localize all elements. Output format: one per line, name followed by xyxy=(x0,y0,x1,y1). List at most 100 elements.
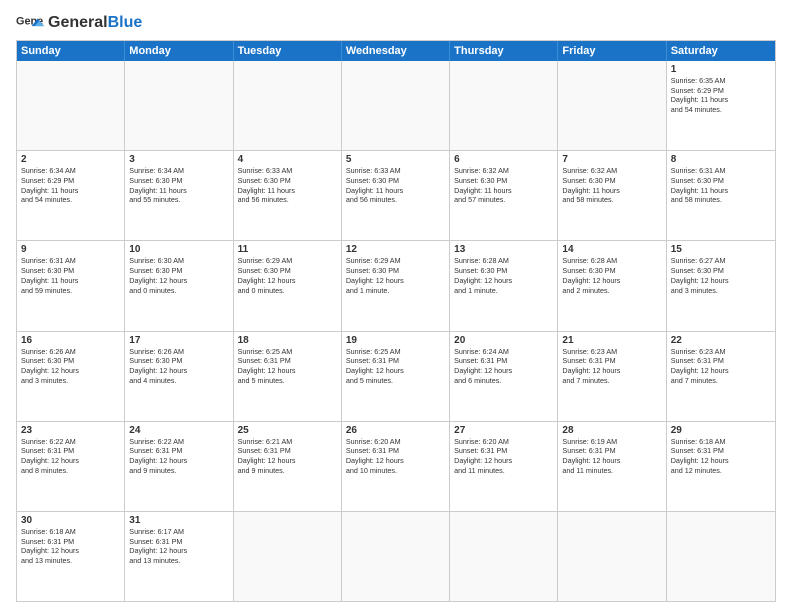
calendar-cell: 7Sunrise: 6:32 AM Sunset: 6:30 PM Daylig… xyxy=(558,151,666,240)
day-info: Sunrise: 6:20 AM Sunset: 6:31 PM Dayligh… xyxy=(346,437,445,476)
day-number: 26 xyxy=(346,425,445,436)
calendar-cell: 5Sunrise: 6:33 AM Sunset: 6:30 PM Daylig… xyxy=(342,151,450,240)
calendar-cell: 13Sunrise: 6:28 AM Sunset: 6:30 PM Dayli… xyxy=(450,241,558,330)
day-info: Sunrise: 6:27 AM Sunset: 6:30 PM Dayligh… xyxy=(671,256,771,295)
day-info: Sunrise: 6:20 AM Sunset: 6:31 PM Dayligh… xyxy=(454,437,553,476)
day-number: 4 xyxy=(238,154,337,165)
day-number: 18 xyxy=(238,335,337,346)
day-number: 6 xyxy=(454,154,553,165)
weekday-header-saturday: Saturday xyxy=(667,41,775,61)
calendar-cell: 6Sunrise: 6:32 AM Sunset: 6:30 PM Daylig… xyxy=(450,151,558,240)
day-info: Sunrise: 6:33 AM Sunset: 6:30 PM Dayligh… xyxy=(346,166,445,205)
calendar-row-5: 30Sunrise: 6:18 AM Sunset: 6:31 PM Dayli… xyxy=(17,512,775,601)
day-info: Sunrise: 6:22 AM Sunset: 6:31 PM Dayligh… xyxy=(129,437,228,476)
day-info: Sunrise: 6:21 AM Sunset: 6:31 PM Dayligh… xyxy=(238,437,337,476)
day-info: Sunrise: 6:19 AM Sunset: 6:31 PM Dayligh… xyxy=(562,437,661,476)
day-info: Sunrise: 6:34 AM Sunset: 6:30 PM Dayligh… xyxy=(129,166,228,205)
calendar-row-3: 16Sunrise: 6:26 AM Sunset: 6:30 PM Dayli… xyxy=(17,332,775,422)
day-info: Sunrise: 6:18 AM Sunset: 6:31 PM Dayligh… xyxy=(671,437,771,476)
calendar-cell: 27Sunrise: 6:20 AM Sunset: 6:31 PM Dayli… xyxy=(450,422,558,511)
day-number: 22 xyxy=(671,335,771,346)
day-number: 2 xyxy=(21,154,120,165)
day-number: 9 xyxy=(21,244,120,255)
day-number: 3 xyxy=(129,154,228,165)
day-number: 8 xyxy=(671,154,771,165)
day-info: Sunrise: 6:31 AM Sunset: 6:30 PM Dayligh… xyxy=(671,166,771,205)
calendar-cell xyxy=(234,512,342,601)
day-number: 23 xyxy=(21,425,120,436)
day-info: Sunrise: 6:28 AM Sunset: 6:30 PM Dayligh… xyxy=(454,256,553,295)
calendar-cell: 22Sunrise: 6:23 AM Sunset: 6:31 PM Dayli… xyxy=(667,332,775,421)
calendar-cell: 25Sunrise: 6:21 AM Sunset: 6:31 PM Dayli… xyxy=(234,422,342,511)
calendar-row-1: 2Sunrise: 6:34 AM Sunset: 6:29 PM Daylig… xyxy=(17,151,775,241)
day-info: Sunrise: 6:23 AM Sunset: 6:31 PM Dayligh… xyxy=(562,347,661,386)
calendar-cell: 11Sunrise: 6:29 AM Sunset: 6:30 PM Dayli… xyxy=(234,241,342,330)
day-info: Sunrise: 6:17 AM Sunset: 6:31 PM Dayligh… xyxy=(129,527,228,566)
day-info: Sunrise: 6:29 AM Sunset: 6:30 PM Dayligh… xyxy=(238,256,337,295)
day-number: 21 xyxy=(562,335,661,346)
calendar-cell xyxy=(450,512,558,601)
day-number: 27 xyxy=(454,425,553,436)
calendar-cell xyxy=(558,61,666,150)
day-info: Sunrise: 6:33 AM Sunset: 6:30 PM Dayligh… xyxy=(238,166,337,205)
day-info: Sunrise: 6:28 AM Sunset: 6:30 PM Dayligh… xyxy=(562,256,661,295)
day-info: Sunrise: 6:24 AM Sunset: 6:31 PM Dayligh… xyxy=(454,347,553,386)
calendar-cell: 4Sunrise: 6:33 AM Sunset: 6:30 PM Daylig… xyxy=(234,151,342,240)
day-number: 5 xyxy=(346,154,445,165)
calendar-cell: 30Sunrise: 6:18 AM Sunset: 6:31 PM Dayli… xyxy=(17,512,125,601)
calendar-cell: 9Sunrise: 6:31 AM Sunset: 6:30 PM Daylig… xyxy=(17,241,125,330)
calendar-cell: 8Sunrise: 6:31 AM Sunset: 6:30 PM Daylig… xyxy=(667,151,775,240)
day-number: 15 xyxy=(671,244,771,255)
day-info: Sunrise: 6:29 AM Sunset: 6:30 PM Dayligh… xyxy=(346,256,445,295)
day-number: 29 xyxy=(671,425,771,436)
calendar-body: 1Sunrise: 6:35 AM Sunset: 6:29 PM Daylig… xyxy=(17,61,775,601)
day-info: Sunrise: 6:26 AM Sunset: 6:30 PM Dayligh… xyxy=(21,347,120,386)
calendar-cell xyxy=(234,61,342,150)
calendar-row-4: 23 Sunrise: 6:22 AM Sunset: 6:31 PM Dayli… xyxy=(17,422,775,512)
weekday-header-tuesday: Tuesday xyxy=(234,41,342,61)
calendar-row-0: 1Sunrise: 6:35 AM Sunset: 6:29 PM Daylig… xyxy=(17,61,775,151)
day-number: 20 xyxy=(454,335,553,346)
day-info: Sunrise: 6:34 AM Sunset: 6:29 PM Dayligh… xyxy=(21,166,120,205)
day-number: 25 xyxy=(238,425,337,436)
day-info: Sunrise: 6:25 AM Sunset: 6:31 PM Dayligh… xyxy=(238,347,337,386)
calendar-cell: 23Sunrise: 6:22 AM Sunset: 6:31 PM Dayli… xyxy=(17,422,125,511)
day-info: Sunrise: 6:25 AM Sunset: 6:31 PM Dayligh… xyxy=(346,347,445,386)
calendar-cell: 15Sunrise: 6:27 AM Sunset: 6:30 PM Dayli… xyxy=(667,241,775,330)
day-info: Sunrise: 6:35 AM Sunset: 6:29 PM Dayligh… xyxy=(671,76,771,115)
calendar-cell: 12Sunrise: 6:29 AM Sunset: 6:30 PM Dayli… xyxy=(342,241,450,330)
day-number: 14 xyxy=(562,244,661,255)
day-number: 24 xyxy=(129,425,228,436)
day-number: 11 xyxy=(238,244,337,255)
calendar-cell: 17Sunrise: 6:26 AM Sunset: 6:30 PM Dayli… xyxy=(125,332,233,421)
logo-icon: General xyxy=(16,12,44,34)
calendar-cell: 1Sunrise: 6:35 AM Sunset: 6:29 PM Daylig… xyxy=(667,61,775,150)
logo-text: GeneralBlue xyxy=(48,15,142,31)
calendar-cell xyxy=(125,61,233,150)
day-number: 1 xyxy=(671,64,771,75)
calendar-cell xyxy=(667,512,775,601)
calendar-cell: 2Sunrise: 6:34 AM Sunset: 6:29 PM Daylig… xyxy=(17,151,125,240)
calendar-cell: 19Sunrise: 6:25 AM Sunset: 6:31 PM Dayli… xyxy=(342,332,450,421)
day-info: Sunrise: 6:18 AM Sunset: 6:31 PM Dayligh… xyxy=(21,527,120,566)
calendar-cell: 31Sunrise: 6:17 AM Sunset: 6:31 PM Dayli… xyxy=(125,512,233,601)
calendar-row-2: 9Sunrise: 6:31 AM Sunset: 6:30 PM Daylig… xyxy=(17,241,775,331)
calendar-cell: 28Sunrise: 6:19 AM Sunset: 6:31 PM Dayli… xyxy=(558,422,666,511)
calendar-cell: 14Sunrise: 6:28 AM Sunset: 6:30 PM Dayli… xyxy=(558,241,666,330)
day-number: 28 xyxy=(562,425,661,436)
calendar-cell xyxy=(17,61,125,150)
weekday-header-wednesday: Wednesday xyxy=(342,41,450,61)
weekday-header-sunday: Sunday xyxy=(17,41,125,61)
weekday-header-monday: Monday xyxy=(125,41,233,61)
calendar-cell: 3Sunrise: 6:34 AM Sunset: 6:30 PM Daylig… xyxy=(125,151,233,240)
day-info: Sunrise: 6:26 AM Sunset: 6:30 PM Dayligh… xyxy=(129,347,228,386)
calendar-cell: 24Sunrise: 6:22 AM Sunset: 6:31 PM Dayli… xyxy=(125,422,233,511)
day-number: 16 xyxy=(21,335,120,346)
day-number: 10 xyxy=(129,244,228,255)
day-number: 13 xyxy=(454,244,553,255)
day-info: Sunrise: 6:30 AM Sunset: 6:30 PM Dayligh… xyxy=(129,256,228,295)
logo: General GeneralBlue xyxy=(16,12,142,34)
calendar-cell xyxy=(342,61,450,150)
calendar-cell xyxy=(450,61,558,150)
day-number: 17 xyxy=(129,335,228,346)
